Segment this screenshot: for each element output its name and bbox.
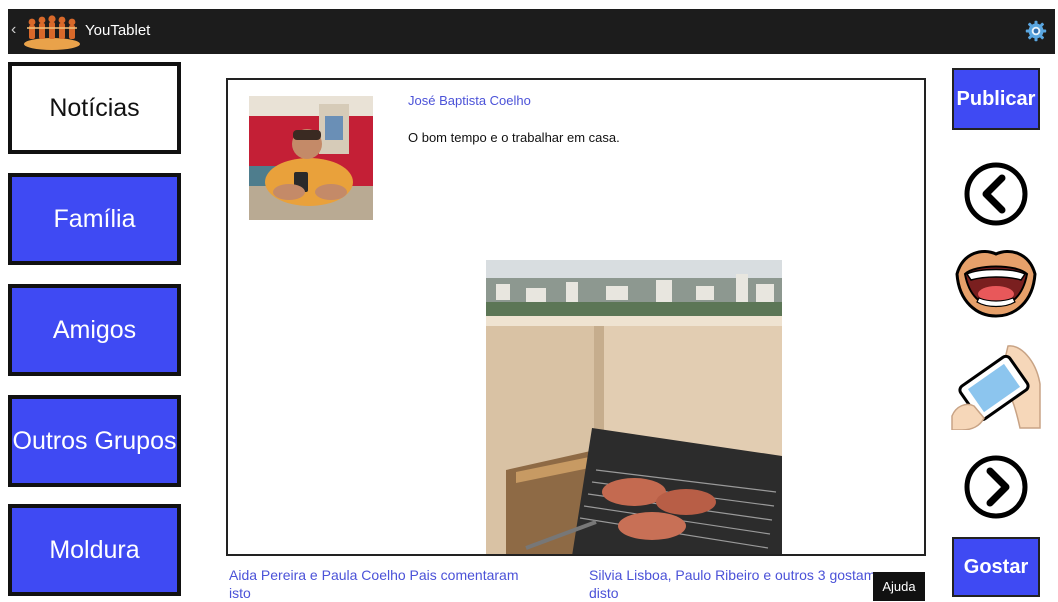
post-card: José Baptista Coelho O bom tempo e o tra… xyxy=(226,78,926,556)
help-button[interactable]: Ajuda xyxy=(873,572,925,601)
nav-label: Notícias xyxy=(49,93,140,122)
like-button[interactable]: Gostar xyxy=(952,537,1040,597)
speak-mouth-icon[interactable] xyxy=(953,244,1039,320)
nav-label: Família xyxy=(53,204,136,233)
nav-label: Outros Grupos xyxy=(12,426,177,455)
nav-amigos[interactable]: Amigos xyxy=(8,284,181,376)
app-title: YouTablet xyxy=(85,22,151,39)
post-author[interactable]: José Baptista Coelho xyxy=(408,93,531,108)
previous-arrow-icon[interactable] xyxy=(962,160,1030,228)
post-photo[interactable] xyxy=(486,260,782,556)
settings-gear-icon[interactable] xyxy=(1025,20,1047,42)
nav-noticias[interactable]: Notícias xyxy=(8,62,181,154)
comments-summary[interactable]: Aida Pereira e Paula Coelho Pais comenta… xyxy=(229,566,529,602)
back-chevron-icon[interactable]: ‹ xyxy=(11,22,16,38)
post-text: O bom tempo e o trabalhar em casa. xyxy=(408,130,620,145)
tablet-hands-icon[interactable] xyxy=(950,340,1042,430)
top-bar: ‹ YouTablet xyxy=(8,9,1055,54)
youtablet-logo[interactable] xyxy=(22,13,82,51)
nav-label: Moldura xyxy=(49,535,140,564)
publish-button[interactable]: Publicar xyxy=(952,68,1040,130)
nav-label: Amigos xyxy=(52,315,137,344)
next-arrow-icon[interactable] xyxy=(962,453,1030,521)
nav-moldura[interactable]: Moldura xyxy=(8,504,181,596)
likes-summary[interactable]: Silvia Lisboa, Paulo Ribeiro e outros 3 … xyxy=(589,566,879,602)
nav-familia[interactable]: Família xyxy=(8,173,181,265)
author-avatar[interactable] xyxy=(249,96,373,220)
nav-outros-grupos[interactable]: Outros Grupos xyxy=(8,395,181,487)
app-screen: ‹ YouTablet Notícias Família Amigos Outr… xyxy=(0,0,1058,601)
